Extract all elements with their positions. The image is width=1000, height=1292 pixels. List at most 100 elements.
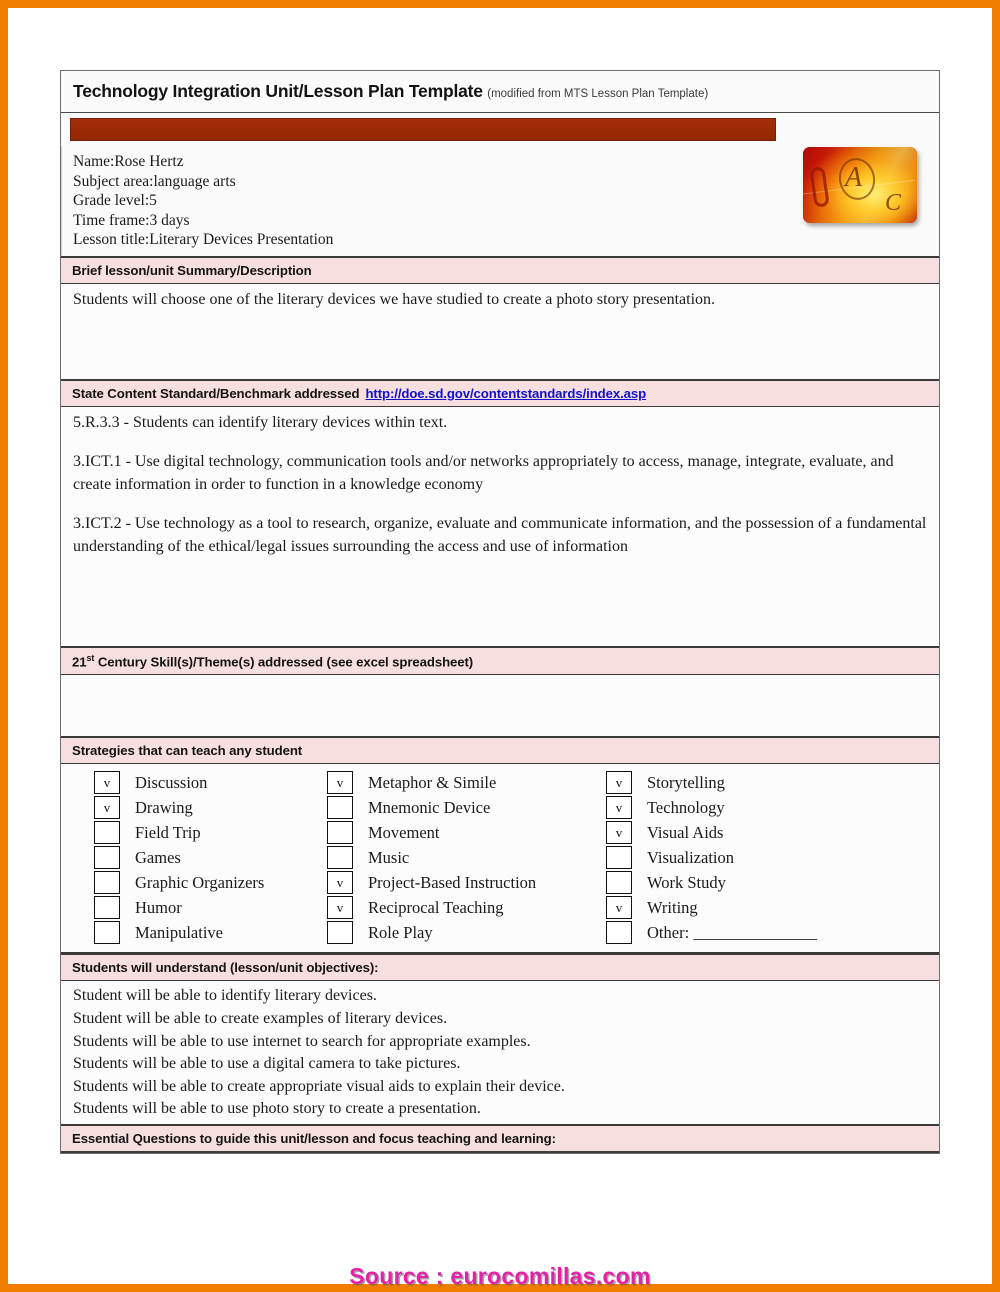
objective-item: Student will be able to identify literar… [73,987,377,1005]
strategy-row: Humor [94,895,326,920]
standard-item: 5.R.3.3 - Students can identify literary… [73,413,448,431]
strategy-row: v Discussion [94,770,326,795]
strategy-checkbox[interactable] [327,921,353,945]
strategy-checkbox[interactable] [327,821,353,845]
strategy-row: Games [94,845,326,870]
objective-item: Students will be able to create appropri… [73,1077,565,1095]
strategy-label: Metaphor & Simile [368,772,497,792]
strategies-checkbox-grid: v Discussion v Drawing Field Trip Games Graphi… [61,764,939,955]
standards-url-link[interactable]: http://doe.sd.gov/contentstandards/index… [365,386,646,401]
strategy-checkbox[interactable] [94,821,120,845]
strategy-row: v Metaphor & Simile [327,770,591,795]
strategy-checkbox[interactable] [94,871,120,895]
strategy-label: Field Trip [135,822,201,842]
strategy-checkbox[interactable]: v [606,821,632,845]
lesson-plan-document: Technology Integration Unit/Lesson Plan … [60,70,940,1154]
section-header-standards: State Content Standard/Benchmark address… [61,379,939,407]
section-header-objectives: Students will understand (lesson/unit ob… [61,954,939,982]
strategy-checkbox[interactable]: v [94,771,120,795]
section-header-21st-century: 21st Century Skill(s)/Theme(s) addressed… [61,646,939,676]
strategy-row: Work Study [606,870,891,895]
strategy-row: v Storytelling [606,770,891,795]
lesson-info-block: Name:Rose Hertz Subject area:language ar… [61,146,939,256]
strategy-label: Movement [368,822,440,842]
info-line-lesson-title: Lesson title:Literary Devices Presentati… [73,231,334,249]
checkmark-icon: v [615,800,623,816]
strategy-row: v Project-Based Instruction [327,870,591,895]
checkmark-icon: v [103,800,111,816]
strategy-label: Technology [647,797,725,817]
strategy-label: Work Study [647,872,726,892]
page-frame: Technology Integration Unit/Lesson Plan … [0,0,1000,1292]
strategy-label: Humor [135,897,182,917]
strategy-row: v Writing [606,895,891,920]
strategy-checkbox[interactable]: v [606,796,632,820]
strategy-label: Storytelling [647,772,725,792]
strategy-checkbox[interactable]: v [606,896,632,920]
red-banner [70,118,776,141]
objective-item: Students will be able to use internet to… [73,1032,531,1050]
strategy-checkbox[interactable]: v [327,896,353,920]
strategy-label: Reciprocal Teaching [368,897,504,917]
strategy-label: Music [368,847,410,867]
strategy-label: Writing [647,897,698,917]
strategy-row: Visualization [606,845,891,870]
banner-row [61,113,939,146]
checkmark-icon: v [615,775,623,791]
graded-paper-image: A C [803,147,917,223]
summary-text: Students will choose one of the literary… [73,290,716,308]
strategy-row: v Visual Aids [606,820,891,845]
c21-rest: Century Skill(s)/Theme(s) addressed (see… [94,654,474,670]
grade-mark-c: C [884,190,901,216]
page-title-note: (modified from MTS Lesson Plan Template) [487,88,709,100]
strategy-checkbox[interactable]: v [606,771,632,795]
checkmark-icon: v [615,900,623,916]
strategy-label: Discussion [135,772,208,792]
strategy-row: Music [327,845,591,870]
strategy-row: v Drawing [94,795,326,820]
strategy-label: Visualization [647,847,734,867]
objective-item: Student will be able to create examples … [73,1009,448,1027]
strategies-column-2: v Metaphor & Simile Mnemonic Device Movemen… [326,770,591,945]
strategy-label: Mnemonic Device [368,797,491,817]
strategy-label: Role Play [368,922,433,942]
strategy-row: Field Trip [94,820,326,845]
objective-item: Students will be able to use photo story… [73,1100,481,1118]
section-header-essential-questions: Essential Questions to guide this unit/l… [61,1124,939,1153]
strategy-checkbox[interactable] [327,846,353,870]
strategy-label: Graphic Organizers [135,872,265,892]
c21-prefix: 21 [72,654,87,670]
strategy-checkbox[interactable] [94,896,120,920]
strategy-label: Visual Aids [647,822,724,842]
source-attribution: Source : eurocomillas.com [349,1263,651,1289]
strategy-label: Games [135,847,181,867]
strategy-checkbox[interactable]: v [94,796,120,820]
strategies-column-1: v Discussion v Drawing Field Trip Games Graphi… [61,770,326,945]
strategy-checkbox[interactable]: v [327,871,353,895]
document-title-bar: Technology Integration Unit/Lesson Plan … [61,71,939,113]
strategy-checkbox[interactable]: v [327,771,353,795]
strategy-checkbox[interactable] [606,846,632,870]
strategy-label: Other: _______________ [647,922,818,942]
strategy-checkbox[interactable] [606,871,632,895]
checkmark-icon: v [336,900,344,916]
strategy-row: Movement [327,820,591,845]
checkmark-icon: v [103,775,111,791]
strategy-checkbox[interactable] [606,921,632,945]
strategy-checkbox[interactable] [94,921,120,945]
strategy-checkbox[interactable] [327,796,353,820]
section-body-objectives: Student will be able to identify literar… [61,981,939,1125]
strategy-row: Mnemonic Device [327,795,591,820]
strategy-checkbox[interactable] [94,846,120,870]
strategy-row: v Reciprocal Teaching [327,895,591,920]
strategy-label: Manipulative [135,922,223,942]
standards-header-label: State Content Standard/Benchmark address… [72,385,360,401]
standard-item: 3.ICT.2 - Use technology as a tool to re… [73,515,927,555]
page-title: Technology Integration Unit/Lesson Plan … [73,81,483,101]
strategies-column-3: v Storytelling v Technology v Visual Aids Visu… [591,770,891,945]
section-body-summary: Students will choose one of the literary… [61,283,939,380]
standard-item: 3.ICT.1 - Use digital technology, commun… [73,453,894,493]
checkmark-icon: v [336,875,344,891]
strategy-row: v Technology [606,795,891,820]
strategy-label: Project-Based Instruction [368,872,537,892]
